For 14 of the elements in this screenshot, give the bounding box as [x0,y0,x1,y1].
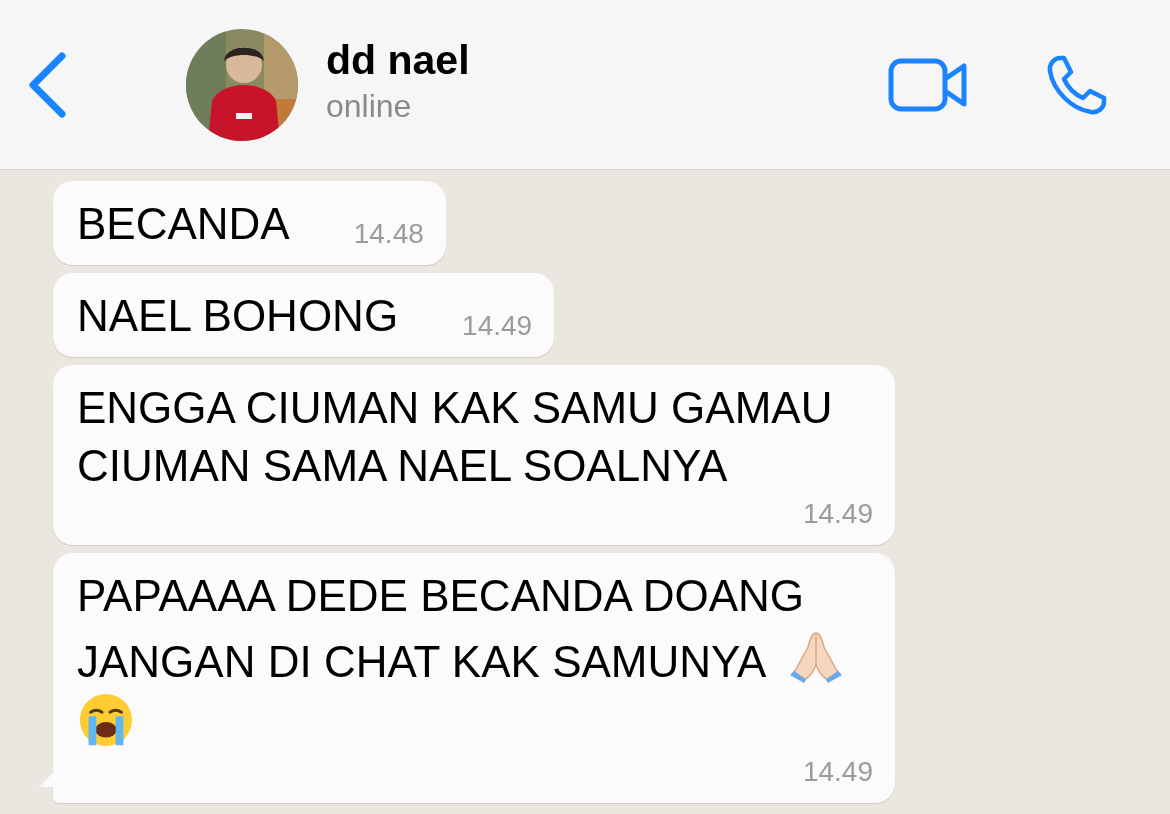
message-text: BECANDA [77,199,290,248]
message-time: 14.49 [461,309,533,343]
message-text: ENGGA CIUMAN KAK SAMU GAMAU CIUMAN SAMA NAEL SOALNYA [77,383,833,490]
crying-face-icon [77,691,135,749]
message-time: 14.48 [352,217,424,251]
phone-icon[interactable] [1046,53,1108,116]
contact-status: online [326,86,413,126]
video-call-icon[interactable] [888,56,968,113]
back-icon[interactable] [26,51,68,118]
contact-name: dd nael [326,35,471,85]
message-text: NAEL BOHONG [77,291,399,340]
message-text: PAPAAAA DEDE BECANDA DOANG JANGAN DI CHAT KAK SAMUNYA [77,571,805,686]
message-time: 14.49 [801,497,873,531]
message-time: 14.49 [801,755,873,789]
